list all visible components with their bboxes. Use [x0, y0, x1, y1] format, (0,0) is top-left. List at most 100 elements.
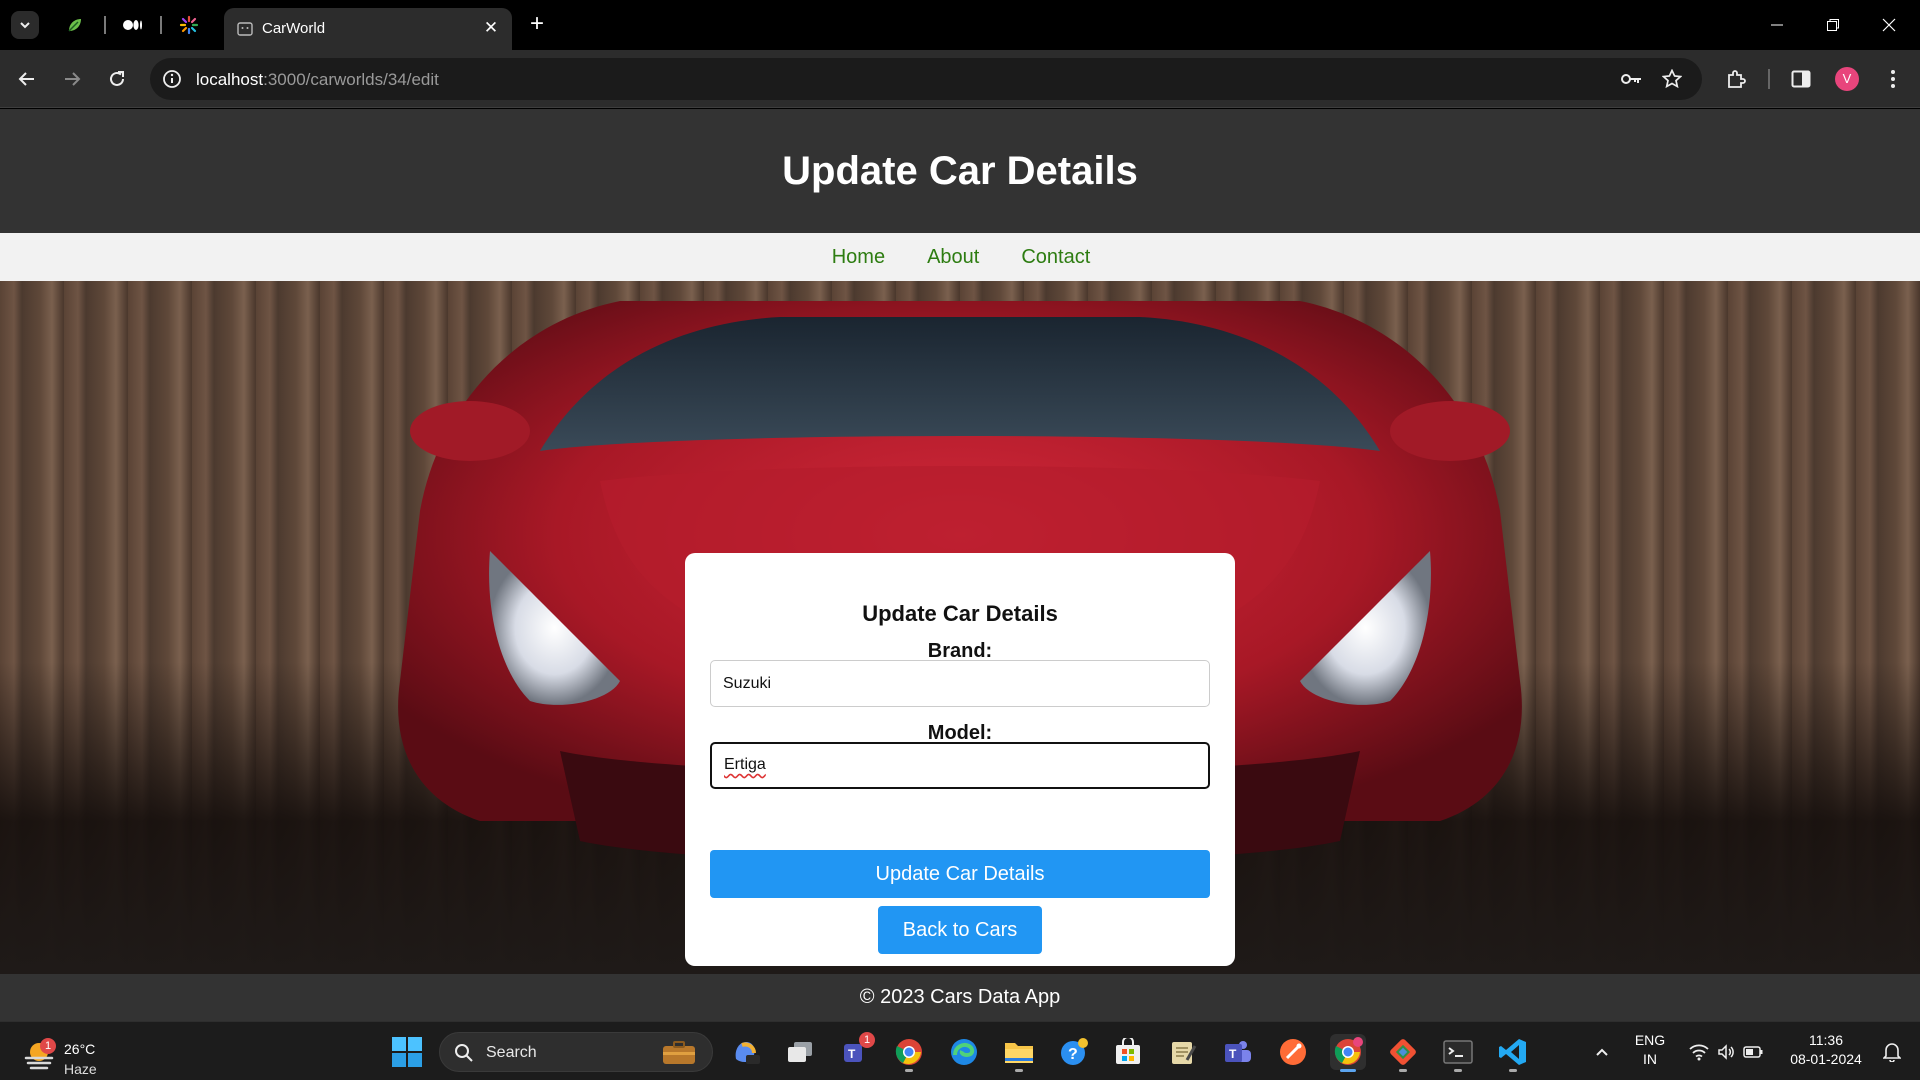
- hero-background: Update Car Details Brand: Model: Ertiga …: [0, 281, 1920, 974]
- tab-separator: [160, 16, 162, 34]
- arrow-right-icon: [65, 72, 81, 86]
- star-icon: [1662, 69, 1682, 89]
- search-icon: [455, 1044, 473, 1062]
- restore-button[interactable]: [1810, 10, 1856, 40]
- url-text: localhost:3000/carworlds/34/edit: [196, 70, 439, 90]
- brand-input[interactable]: [710, 660, 1210, 707]
- web-page: Update Car Details Home About Contact Up…: [0, 109, 1920, 1021]
- nav-link-contact[interactable]: Contact: [1021, 246, 1090, 269]
- store-icon: [1116, 1038, 1140, 1064]
- leaf-icon: [68, 19, 81, 32]
- update-car-button[interactable]: Update Car Details: [710, 850, 1210, 898]
- nav-link-home[interactable]: Home: [832, 246, 885, 269]
- bookmark-button[interactable]: [1660, 67, 1684, 91]
- notifications-button[interactable]: [1874, 1034, 1910, 1070]
- more-vertical-icon: [1891, 70, 1895, 88]
- back-to-cars-button[interactable]: Back to Cars: [878, 906, 1042, 954]
- page-header: Update Car Details: [0, 109, 1920, 233]
- browser-toolbar: localhost:3000/carworlds/34/edit V: [0, 50, 1920, 108]
- taskbar-task-view[interactable]: [782, 1034, 818, 1070]
- address-bar[interactable]: localhost:3000/carworlds/34/edit: [150, 58, 1702, 100]
- pinned-tab-2[interactable]: [120, 12, 146, 38]
- taskbar-edge[interactable]: [946, 1034, 982, 1070]
- password-key-button[interactable]: [1620, 67, 1644, 91]
- start-button[interactable]: [391, 1036, 423, 1068]
- wifi-icon: [1689, 1044, 1709, 1061]
- taskbar-get-help[interactable]: ?: [1056, 1034, 1092, 1070]
- help-icon: ?: [1061, 1038, 1088, 1065]
- taskbar-notepad[interactable]: [1165, 1034, 1201, 1070]
- new-tab-button[interactable]: +: [524, 12, 550, 38]
- svg-text:T: T: [848, 1047, 856, 1061]
- search-label: Search: [486, 1044, 537, 1061]
- globe-icon: [237, 22, 253, 36]
- page-footer: © 2023 Cars Data App: [0, 974, 1920, 1021]
- taskbar-postman[interactable]: [1275, 1034, 1311, 1070]
- taskbar-search[interactable]: Search: [439, 1032, 713, 1072]
- taskbar-teams-classic[interactable]: T 1: [837, 1032, 875, 1070]
- weather-condition: Haze: [64, 1061, 97, 1077]
- taskbar-git-client[interactable]: [1385, 1034, 1421, 1072]
- svg-text:?: ?: [1068, 1046, 1078, 1063]
- taskbar-teams[interactable]: T: [1220, 1034, 1256, 1070]
- url-host: localhost: [196, 70, 264, 89]
- notepad-icon: [1172, 1042, 1197, 1064]
- reload-button[interactable]: [102, 64, 132, 94]
- restore-icon: [1827, 19, 1839, 31]
- running-indicator: [1399, 1069, 1407, 1072]
- site-info-button[interactable]: [160, 67, 184, 91]
- chevron-down-icon: [20, 22, 30, 29]
- puzzle-icon: [1728, 70, 1746, 88]
- git-icon: [1390, 1039, 1416, 1065]
- region-label: IN: [1643, 1051, 1657, 1067]
- reload-icon: [110, 71, 124, 86]
- close-icon[interactable]: ✕: [480, 17, 502, 39]
- show-hidden-icons-button[interactable]: [1584, 1034, 1620, 1070]
- taskbar-file-explorer[interactable]: [1001, 1034, 1037, 1072]
- chrome-icon: [895, 1039, 922, 1065]
- toolbar-separator: [1768, 69, 1770, 89]
- taskbar-copilot[interactable]: [727, 1034, 763, 1070]
- teams-badge: 1: [859, 1032, 875, 1048]
- side-panel-icon: [1791, 70, 1811, 88]
- weather-badge: 1: [40, 1038, 56, 1054]
- minimize-button[interactable]: [1754, 10, 1800, 40]
- tab-search-button[interactable]: [11, 11, 39, 39]
- nav-link-about[interactable]: About: [927, 246, 979, 269]
- close-window-button[interactable]: [1866, 10, 1912, 40]
- sparkle-icon: [179, 15, 199, 35]
- input-language-button[interactable]: ENG IN: [1630, 1032, 1670, 1067]
- running-indicator: [905, 1069, 913, 1072]
- svg-text:T: T: [1229, 1047, 1237, 1061]
- teams-icon: T: [1225, 1041, 1251, 1062]
- taskbar-vscode[interactable]: [1495, 1034, 1531, 1072]
- forward-button[interactable]: [57, 64, 87, 94]
- tab-carworld[interactable]: CarWorld ✕: [224, 8, 512, 50]
- taskbar-terminal[interactable]: [1440, 1034, 1476, 1072]
- weather-widget[interactable]: 1 26°C Haze: [22, 1030, 112, 1077]
- briefcase-icon: [663, 1041, 695, 1064]
- running-indicator: [1015, 1069, 1023, 1072]
- browser-menu-button[interactable]: [1878, 64, 1908, 94]
- taskbar-chrome-profile[interactable]: [891, 1034, 927, 1072]
- model-input-value: Ertiga: [724, 756, 766, 773]
- running-indicator: [1509, 1069, 1517, 1072]
- pinned-tab-1[interactable]: [62, 12, 88, 38]
- page-title: Update Car Details: [782, 148, 1138, 193]
- model-input[interactable]: Ertiga: [710, 742, 1210, 789]
- taskbar-chrome-active[interactable]: [1330, 1034, 1366, 1072]
- edge-icon: [951, 1039, 977, 1065]
- side-panel-button[interactable]: [1786, 64, 1816, 94]
- extensions-button[interactable]: [1721, 64, 1751, 94]
- notification-bell-icon: [1883, 1043, 1901, 1062]
- back-button[interactable]: [12, 64, 42, 94]
- taskbar-ms-store[interactable]: [1110, 1034, 1146, 1070]
- chevron-up-icon: [1596, 1048, 1608, 1056]
- main-nav: Home About Contact: [0, 233, 1920, 281]
- key-icon: [1621, 74, 1641, 84]
- copilot-icon: [735, 1042, 760, 1064]
- clock[interactable]: 11:36 08-01-2024: [1782, 1032, 1870, 1067]
- pinned-tab-3[interactable]: [176, 12, 202, 38]
- profile-avatar[interactable]: V: [1835, 67, 1859, 91]
- quick-settings-button[interactable]: [1684, 1034, 1768, 1070]
